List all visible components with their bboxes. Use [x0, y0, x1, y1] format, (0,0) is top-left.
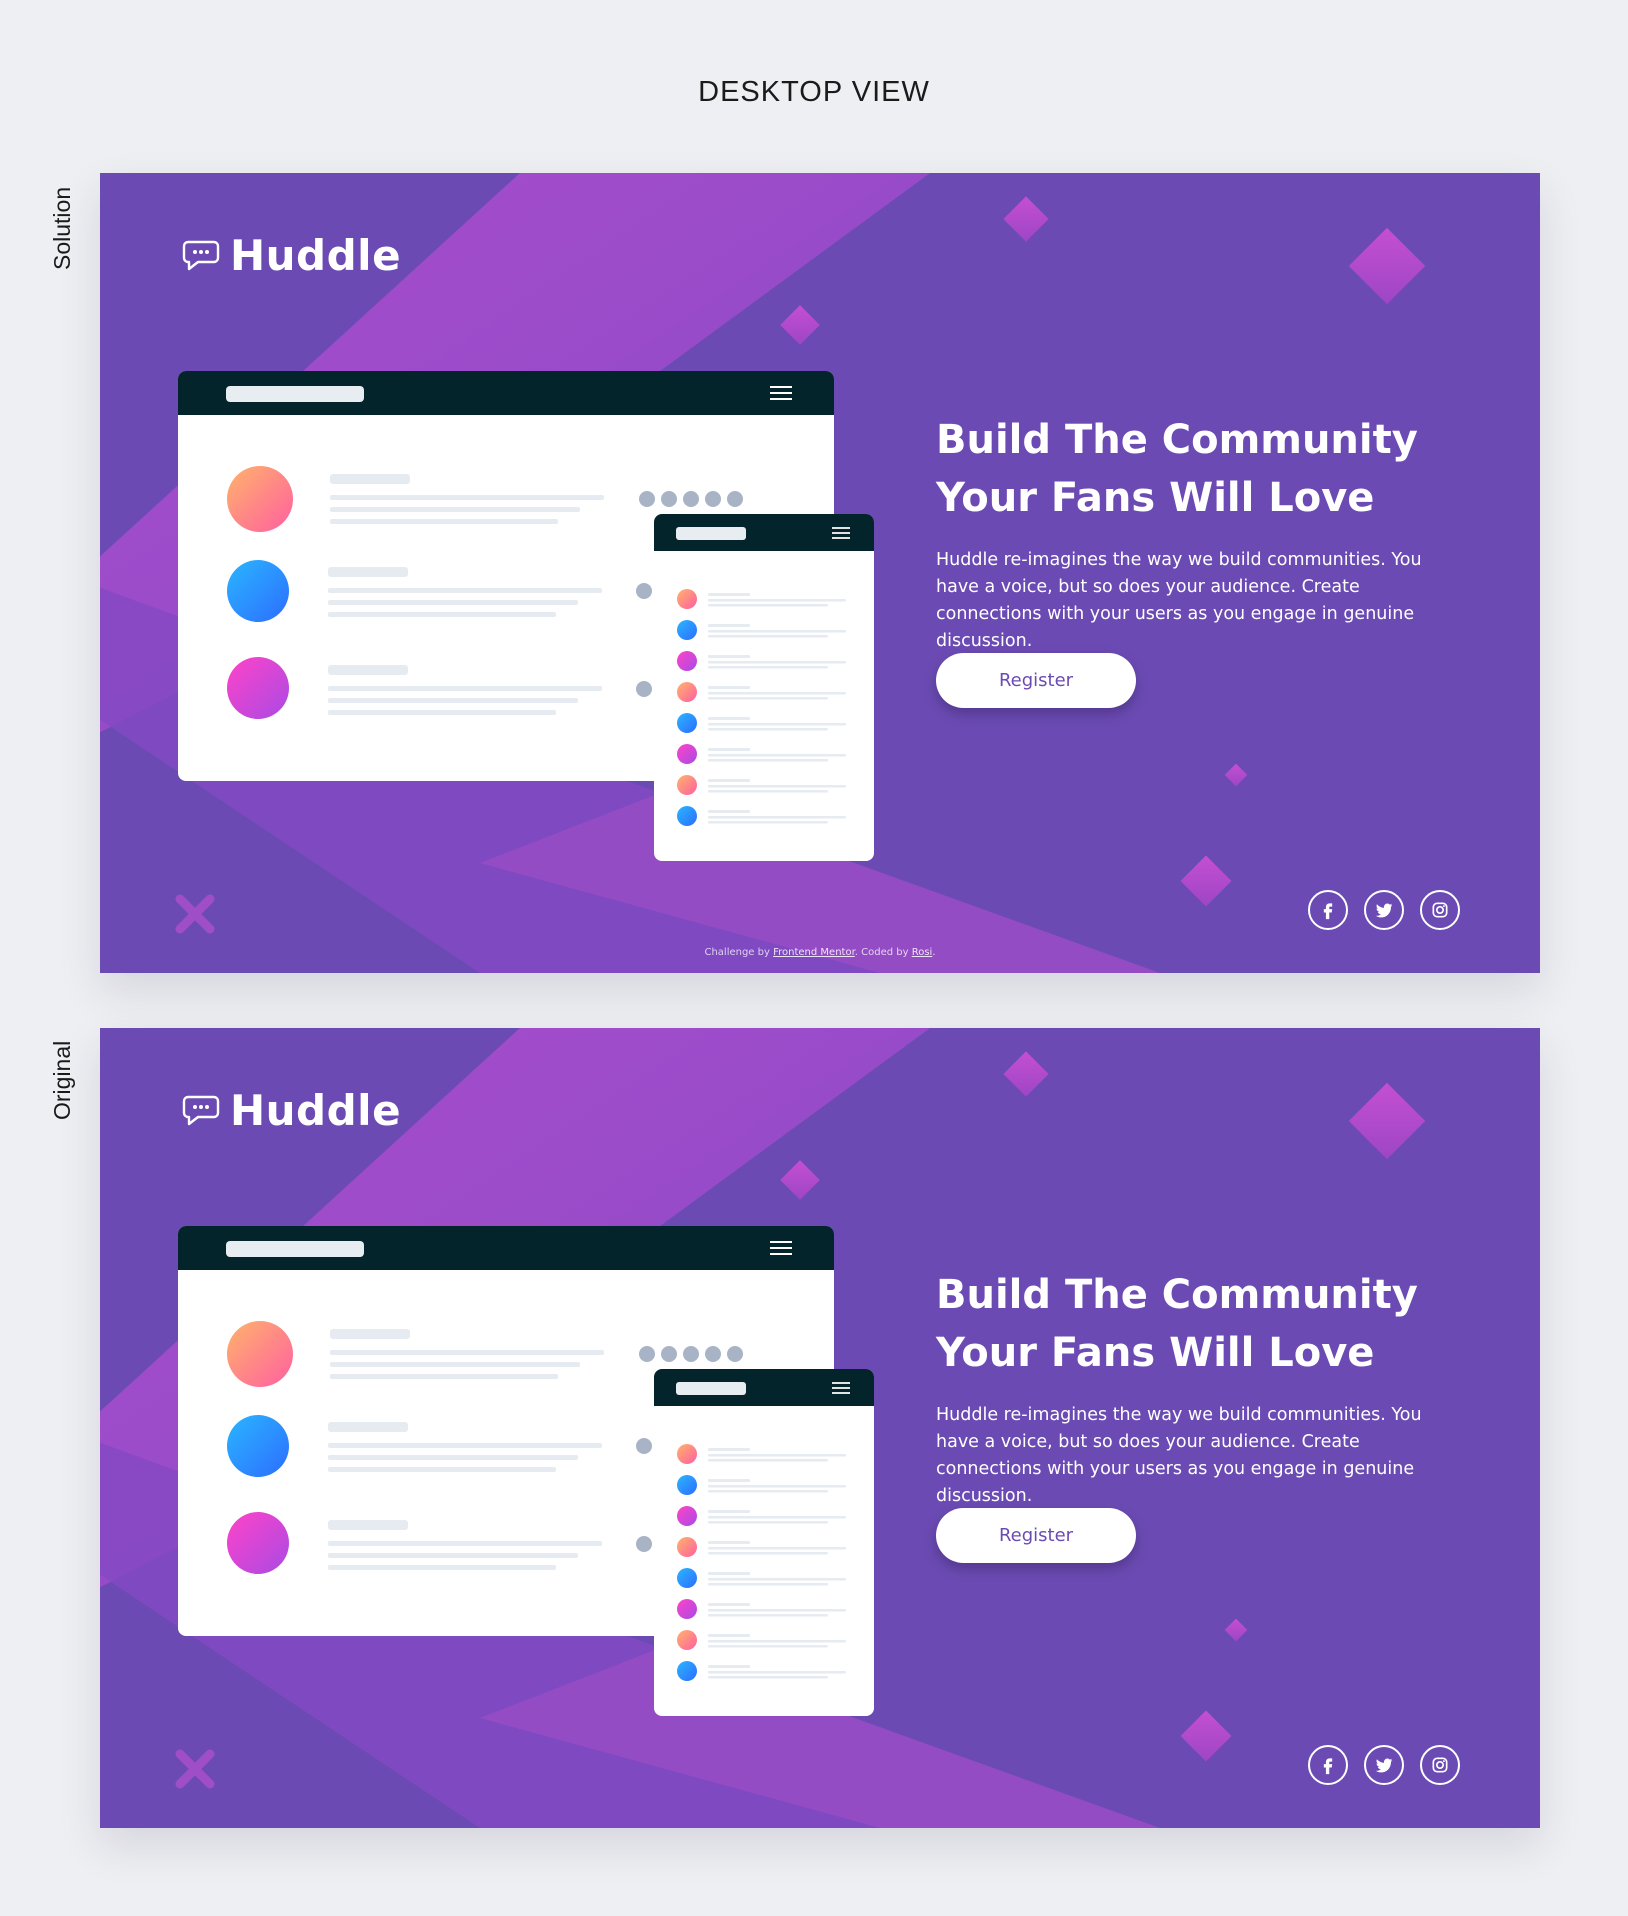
- hero-heading-line-1: Build The Community: [936, 1272, 1418, 1318]
- hero-heading-line-1: Build The Community: [936, 417, 1418, 463]
- brand-logo[interactable]: Huddle: [180, 1086, 401, 1135]
- brand-logo[interactable]: Huddle: [180, 231, 401, 280]
- original-label: Original: [49, 1040, 75, 1120]
- hero-heading: Build The Community Your Fans Will Love: [936, 1266, 1456, 1382]
- facebook-icon: [1323, 903, 1333, 920]
- facebook-link[interactable]: [1308, 1745, 1348, 1785]
- twitter-link[interactable]: [1364, 890, 1404, 930]
- app-mockup-illustration: [178, 371, 874, 861]
- twitter-icon: [1375, 903, 1393, 918]
- hero-heading: Build The Community Your Fans Will Love: [936, 411, 1456, 527]
- instagram-link[interactable]: [1420, 1745, 1460, 1785]
- chat-bubble-icon: [182, 1095, 220, 1125]
- instagram-link[interactable]: [1420, 890, 1460, 930]
- attribution: Challenge by Frontend Mentor. Coded by R…: [100, 947, 1540, 958]
- twitter-icon: [1375, 1758, 1393, 1773]
- hero-description: Huddle re-imagines the way we build comm…: [936, 550, 1422, 651]
- register-button[interactable]: Register: [936, 1508, 1136, 1563]
- chat-bubble-icon: [182, 240, 220, 270]
- brand-name: Huddle: [230, 231, 402, 280]
- hero-description: Huddle re-imagines the way we build comm…: [936, 1405, 1422, 1506]
- original-panel: Huddle Build The Community Your Fans Wil…: [100, 1028, 1540, 1828]
- register-button[interactable]: Register: [936, 653, 1136, 708]
- instagram-icon: [1432, 902, 1448, 918]
- page-title: DESKTOP VIEW: [698, 76, 930, 108]
- attribution-middle: . Coded by: [854, 947, 909, 958]
- attribution-prefix: Challenge by: [704, 947, 770, 958]
- hero-heading-line-2: Your Fans Will Love: [936, 1330, 1375, 1376]
- app-mockup-illustration: [178, 1226, 874, 1716]
- facebook-icon: [1323, 1758, 1333, 1775]
- social-links: [1308, 1745, 1460, 1785]
- author-link[interactable]: Rosi: [912, 947, 933, 958]
- social-links: [1308, 890, 1460, 930]
- instagram-icon: [1432, 1757, 1448, 1773]
- hero-heading-line-2: Your Fans Will Love: [936, 475, 1375, 521]
- solution-panel: Huddle Build The Community Your Fans Wil…: [100, 173, 1540, 973]
- attribution-suffix: .: [932, 947, 936, 958]
- twitter-link[interactable]: [1364, 1745, 1404, 1785]
- frontend-mentor-link[interactable]: Frontend Mentor: [773, 947, 855, 958]
- facebook-link[interactable]: [1308, 890, 1348, 930]
- solution-label: Solution: [49, 186, 75, 270]
- brand-name: Huddle: [230, 1086, 402, 1135]
